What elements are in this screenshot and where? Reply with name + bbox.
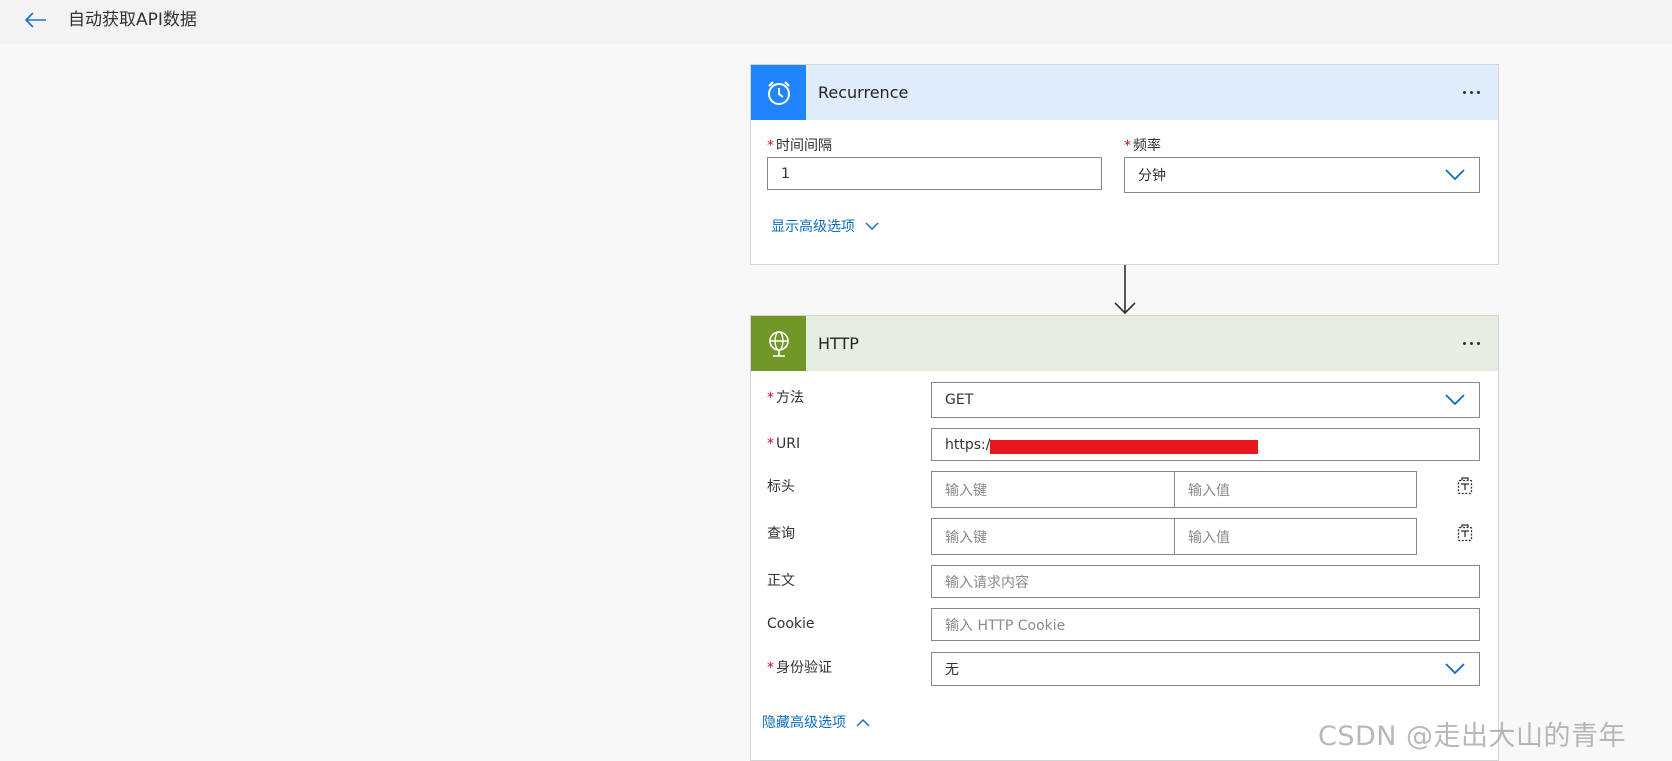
auth-value: 无 <box>945 662 959 678</box>
frequency-dropdown[interactable]: 分钟 <box>1124 157 1480 193</box>
recurrence-card-header[interactable]: Recurrence <box>751 65 1498 120</box>
query-key-input[interactable]: 输入键 <box>931 518 1175 555</box>
query-label: 查询 <box>767 526 795 542</box>
chevron-down-icon <box>1445 394 1465 406</box>
query-value-input[interactable]: 输入值 <box>1174 518 1417 555</box>
page-title: 自动获取API数据 <box>68 10 197 30</box>
http-card-header[interactable]: HTTP <box>751 316 1498 371</box>
headers-key-input[interactable]: 输入键 <box>931 471 1175 508</box>
headers-delete-icon[interactable] <box>1454 475 1476 497</box>
body-input[interactable]: 输入请求内容 <box>931 565 1480 598</box>
frequency-label: * 频率 <box>1124 138 1161 154</box>
chevron-down-icon <box>865 222 879 230</box>
chevron-down-icon <box>1445 169 1465 181</box>
auth-dropdown[interactable]: 无 <box>931 652 1480 686</box>
cookie-label: Cookie <box>767 616 815 632</box>
uri-label: * URI <box>767 436 801 452</box>
recurrence-more-menu-button[interactable] <box>1456 80 1486 104</box>
query-delete-icon[interactable] <box>1454 522 1476 544</box>
chevron-down-icon <box>1445 663 1465 675</box>
uri-value: https:/ <box>945 436 991 453</box>
alarm-clock-icon <box>751 65 806 120</box>
headers-label: 标头 <box>767 479 795 495</box>
interval-label: * 时间间隔 <box>767 138 832 154</box>
http-title: HTTP <box>818 334 859 353</box>
top-bar: 自动获取API数据 <box>0 0 1672 44</box>
auth-label: * 身份验证 <box>767 660 832 676</box>
redaction-bar <box>990 440 1258 454</box>
http-more-menu-button[interactable] <box>1456 331 1486 355</box>
method-value: GET <box>945 392 974 408</box>
chevron-up-icon <box>856 718 870 726</box>
watermark: CSDN @走出大山的青年 <box>1318 721 1627 752</box>
recurrence-title: Recurrence <box>818 83 909 102</box>
method-label: * 方法 <box>767 390 804 406</box>
connector-arrow-icon <box>1114 265 1136 315</box>
interval-input[interactable]: 1 <box>767 157 1102 190</box>
headers-value-input[interactable]: 输入值 <box>1174 471 1417 508</box>
method-dropdown[interactable]: GET <box>931 382 1480 418</box>
cookie-input[interactable]: 输入 HTTP Cookie <box>931 608 1480 641</box>
back-arrow-icon[interactable] <box>22 8 50 32</box>
show-advanced-options-link[interactable]: 显示高级选项 <box>771 216 879 236</box>
body-label: 正文 <box>767 573 795 589</box>
hide-advanced-options-link[interactable]: 隐藏高级选项 <box>762 712 870 732</box>
globe-icon <box>751 316 806 371</box>
frequency-value: 分钟 <box>1138 168 1166 184</box>
